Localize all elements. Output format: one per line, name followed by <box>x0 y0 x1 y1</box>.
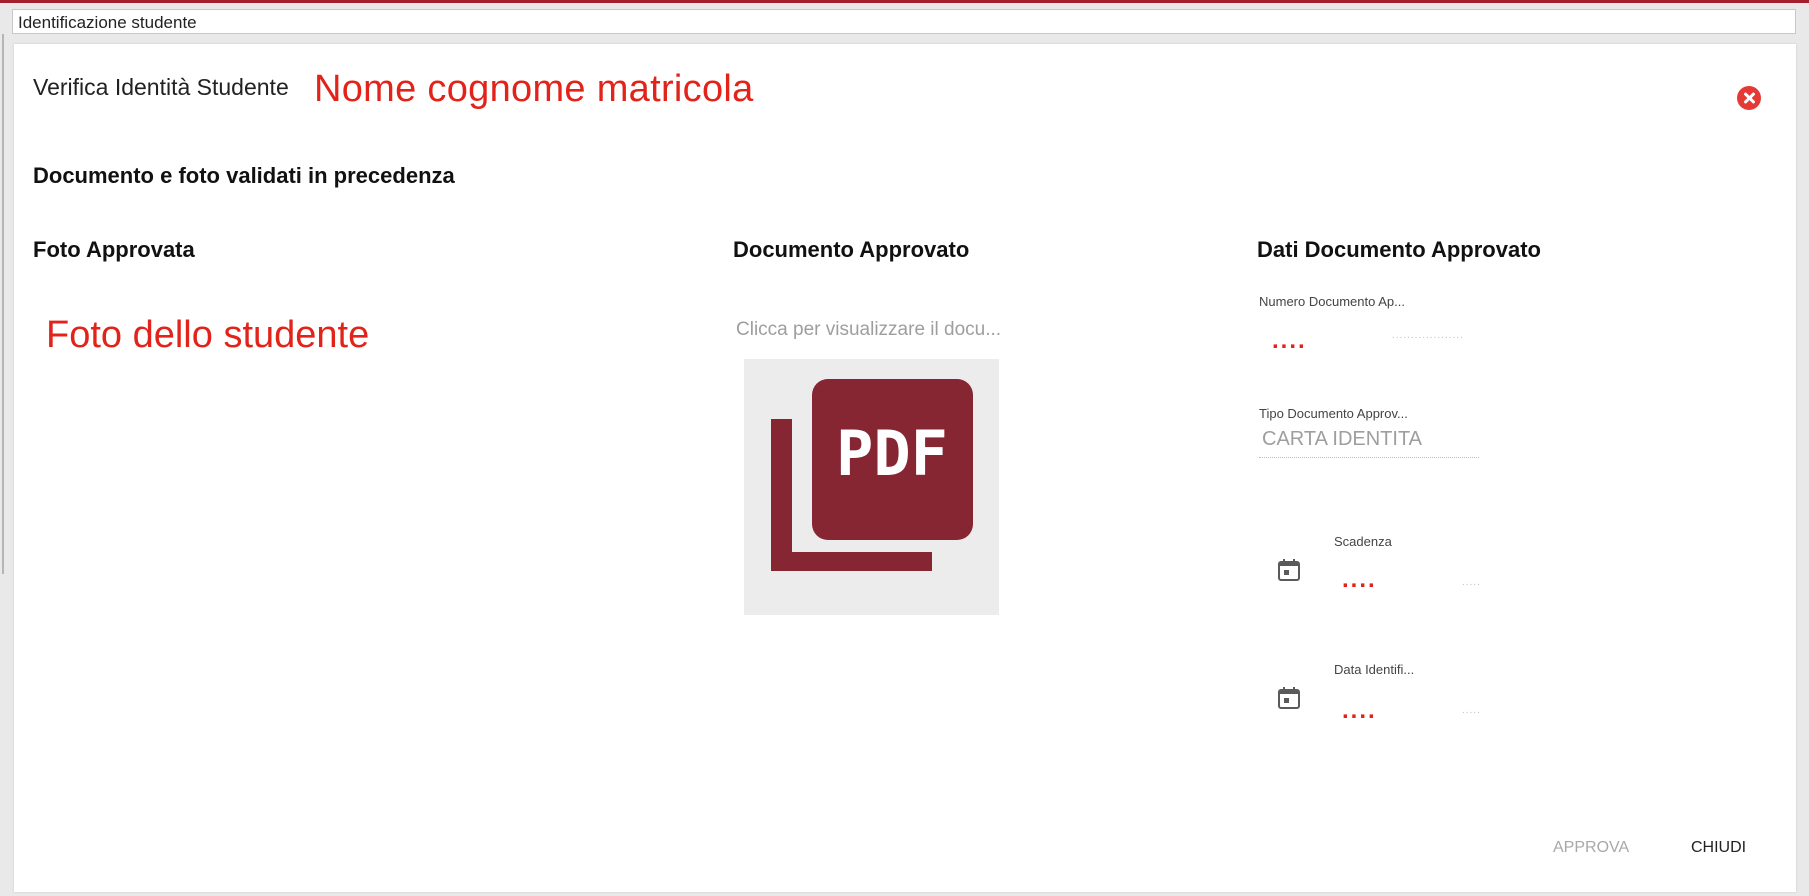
document-type-label: Tipo Documento Approv... <box>1259 406 1408 421</box>
student-name-annotation: Nome cognome matricola <box>314 68 754 110</box>
approve-button[interactable]: APPROVA <box>1553 839 1629 857</box>
close-button[interactable]: CHIUDI <box>1691 839 1746 857</box>
document-column-heading: Documento Approvato <box>733 237 970 262</box>
window-title: Identificazione studente <box>18 13 197 32</box>
pdf-label: PDF <box>836 417 948 490</box>
document-number-value[interactable]: .... <box>1272 327 1307 355</box>
expiry-date-label: Scadenza <box>1334 534 1392 549</box>
left-scroll-edge <box>0 34 4 574</box>
dialog-title: Verifica Identità Studente <box>33 74 289 100</box>
identity-dialog: Verifica Identità Studente Nome cognome … <box>14 44 1796 892</box>
app-page: Identificazione studente Verifica Identi… <box>0 0 1809 896</box>
calendar-icon[interactable] <box>1276 557 1302 583</box>
data-column-heading: Dati Documento Approvato <box>1257 237 1541 262</box>
photo-column-heading: Foto Approvata <box>33 237 195 262</box>
document-type-underline <box>1259 457 1479 458</box>
pdf-file-icon: PDF <box>771 379 973 571</box>
identification-date-value[interactable]: .... <box>1342 697 1377 725</box>
student-photo-annotation: Foto dello studente <box>46 314 370 356</box>
document-type-value[interactable]: CARTA IDENTITA <box>1262 428 1422 451</box>
section-heading: Documento e foto validati in precedenza <box>33 163 455 188</box>
identification-date-label: Data Identifi... <box>1334 662 1415 677</box>
expiry-date-underline: ..... <box>1462 577 1481 588</box>
calendar-icon[interactable] <box>1276 685 1302 711</box>
document-number-underline: ................... <box>1392 330 1464 341</box>
identification-date-underline: ..... <box>1462 705 1481 716</box>
top-accent-line <box>0 0 1809 3</box>
close-icon[interactable] <box>1737 86 1761 110</box>
expiry-date-value[interactable]: .... <box>1342 566 1377 594</box>
document-number-label: Numero Documento Ap... <box>1259 294 1405 309</box>
view-document-link[interactable]: Clicca per visualizzare il docu... <box>736 319 1001 341</box>
window-titlebar: Identificazione studente <box>12 9 1796 34</box>
pdf-document-thumbnail[interactable]: PDF <box>744 359 999 615</box>
